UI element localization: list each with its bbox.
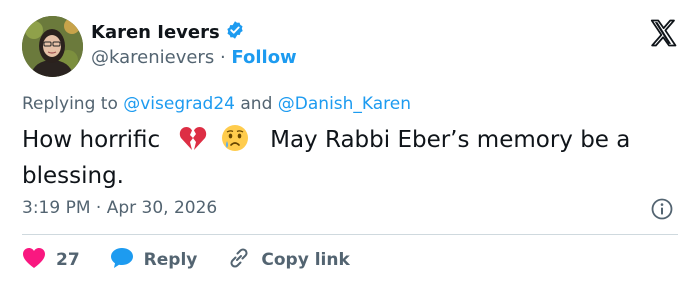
reply-button[interactable]: Reply bbox=[110, 247, 198, 274]
copy-link-label: Copy link bbox=[261, 250, 350, 270]
meta-separator: · bbox=[95, 198, 102, 218]
mention-danish-karen[interactable]: @Danish_Karen bbox=[278, 94, 411, 114]
crying-face-icon bbox=[221, 124, 249, 161]
link-icon bbox=[227, 246, 251, 275]
avatar[interactable] bbox=[22, 16, 83, 77]
tweet-date[interactable]: Apr 30, 2026 bbox=[107, 198, 218, 218]
tweet-meta: 3:19 PM · Apr 30, 2026 bbox=[22, 198, 217, 218]
reply-context: Replying to @visegrad24 and @Danish_Kare… bbox=[22, 94, 411, 114]
like-count: 27 bbox=[56, 250, 80, 270]
info-icon[interactable] bbox=[650, 197, 674, 221]
author-name-row: Karen Ievers bbox=[91, 20, 245, 44]
reply-prefix: Replying to bbox=[22, 94, 118, 114]
verified-badge-icon bbox=[225, 20, 245, 44]
author-name[interactable]: Karen Ievers bbox=[91, 22, 220, 43]
heart-icon bbox=[22, 247, 46, 274]
reply-conjunction: and bbox=[240, 94, 273, 114]
tweet-text-part-1: How horrific bbox=[22, 127, 161, 153]
mention-visegrad24[interactable]: @visegrad24 bbox=[123, 94, 235, 114]
action-bar: 27 Reply Copy link bbox=[22, 246, 380, 274]
like-button[interactable]: 27 bbox=[22, 247, 80, 274]
author-handle-row: @karenievers · Follow bbox=[91, 47, 297, 68]
broken-heart-icon bbox=[179, 126, 207, 161]
handle-separator: · bbox=[219, 47, 226, 68]
copy-link-button[interactable]: Copy link bbox=[227, 246, 350, 275]
tweet-text: How horrific May Rabbi Eber’s memory be … bbox=[22, 124, 692, 192]
x-logo-icon[interactable] bbox=[648, 18, 678, 48]
author-handle[interactable]: @karenievers bbox=[91, 47, 214, 68]
follow-button[interactable]: Follow bbox=[231, 47, 296, 68]
reply-label: Reply bbox=[143, 250, 198, 270]
divider bbox=[22, 234, 678, 235]
tweet-time[interactable]: 3:19 PM bbox=[22, 198, 91, 218]
speech-bubble-icon bbox=[110, 247, 134, 274]
